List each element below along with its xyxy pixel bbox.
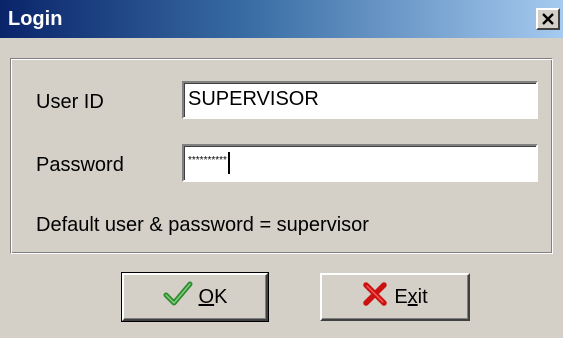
ok-label-rest: K: [214, 285, 228, 308]
userid-input[interactable]: SUPERVISOR: [182, 81, 538, 119]
red-x-icon: [362, 281, 388, 313]
ok-mnemonic: O: [198, 285, 215, 308]
exit-label: Exit: [394, 286, 427, 309]
checkmark-icon: [163, 281, 193, 313]
userid-value: SUPERVISOR: [188, 88, 319, 110]
exit-label-rest: it: [417, 285, 428, 308]
exit-button[interactable]: Exit: [320, 273, 470, 321]
ok-button[interactable]: OK: [121, 272, 269, 322]
text-caret: [227, 151, 230, 174]
close-icon: [542, 13, 554, 25]
exit-label-pre: E: [394, 285, 408, 308]
password-value: **********: [188, 155, 227, 166]
window-title: Login: [8, 8, 63, 30]
exit-mnemonic: x: [407, 285, 418, 308]
password-label: Password: [36, 154, 124, 176]
ok-label: OK: [199, 286, 228, 309]
default-credentials-hint: Default user & password = supervisor: [36, 214, 369, 236]
password-input[interactable]: **********: [182, 144, 538, 182]
login-dialog: Login User ID SUPERVISOR Password ******…: [0, 0, 563, 338]
close-button[interactable]: [536, 8, 560, 30]
userid-label: User ID: [36, 91, 104, 113]
title-bar: Login: [0, 0, 563, 38]
